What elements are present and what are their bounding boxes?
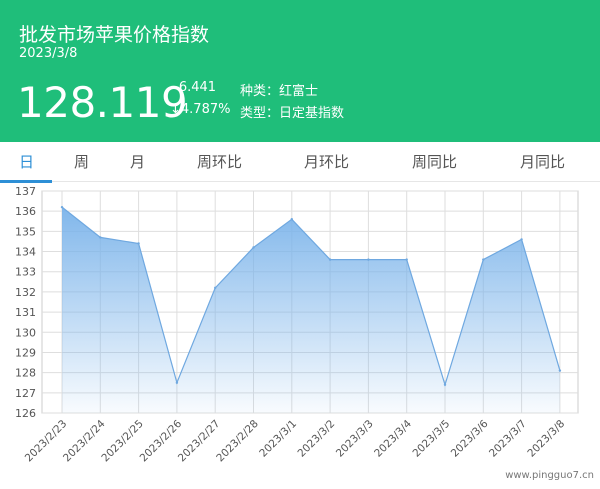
y-tick-label: 128 [15, 367, 36, 380]
x-tick-label: 2023/3/1 [257, 418, 299, 460]
y-tick-label: 129 [15, 346, 36, 359]
tab-day[interactable]: 日 [19, 142, 34, 182]
data-point [252, 246, 255, 249]
x-tick-label: 2023/2/28 [214, 418, 261, 465]
x-tick-label: 2023/3/2 [296, 418, 338, 460]
tab-month[interactable]: 月 [130, 142, 145, 182]
data-point [367, 258, 370, 261]
y-tick-label: 137 [15, 185, 36, 198]
tab-month-year-on-year[interactable]: 月同比 [520, 142, 565, 182]
area-fill [62, 207, 560, 413]
x-tick-label: 2023/3/6 [449, 418, 491, 460]
data-point [520, 238, 523, 241]
tab-week-on-week[interactable]: 周环比 [197, 142, 242, 182]
data-point [405, 258, 408, 261]
change-percent: ↓4.787% [170, 102, 231, 117]
data-point [137, 242, 140, 245]
y-tick-label: 126 [15, 407, 36, 420]
x-tick-label: 2023/3/5 [410, 418, 452, 460]
change-value: - 6.441 [170, 80, 217, 95]
date-label: 2023/3/8 [19, 46, 78, 61]
tab-week[interactable]: 周 [74, 142, 89, 182]
y-tick-label: 136 [15, 205, 36, 218]
data-point [214, 286, 217, 290]
y-tick-label: 133 [15, 266, 36, 279]
tab-week-year-on-year[interactable]: 周同比 [412, 142, 457, 182]
watermark: www.pingguo7.cn [505, 470, 594, 481]
data-point [482, 258, 485, 261]
index-type-label: 类型：日定基指数 [240, 106, 345, 121]
series-area [60, 205, 562, 413]
x-tick-label: 2023/3/3 [334, 418, 376, 460]
y-tick-label: 130 [15, 326, 36, 339]
data-point [443, 383, 447, 386]
price-index-chart: 126 127 128 129 130 131 132 133 134 135 136 137 2023… [15, 185, 579, 465]
data-point [290, 218, 293, 221]
x-tick-label: 2023/3/4 [372, 418, 414, 460]
header: 批发市场苹果价格指数 2023/3/8 128.119 - 6.441 ↓4.7… [0, 0, 600, 142]
period-tabs: 日 周 月 周环比 月环比 周同比 月同比 [0, 142, 600, 183]
y-tick-label: 127 [15, 387, 36, 400]
x-tick-label: 2023/3/7 [487, 418, 529, 460]
y-tick-label: 134 [15, 246, 36, 259]
variety-label: 种类：红富士 [240, 84, 319, 99]
y-tick-label: 132 [15, 286, 36, 299]
data-point [558, 369, 562, 372]
y-tick-label: 135 [15, 225, 36, 238]
tab-month-on-month[interactable]: 月环比 [304, 142, 349, 182]
page-title: 批发市场苹果价格指数 [19, 24, 210, 46]
x-tick-label: 2023/3/8 [525, 418, 567, 460]
data-point [60, 205, 64, 209]
data-point [328, 258, 332, 261]
data-point [99, 236, 102, 239]
index-value: 128.119 [17, 78, 188, 127]
data-point [175, 381, 179, 384]
y-tick-label: 131 [15, 306, 36, 319]
